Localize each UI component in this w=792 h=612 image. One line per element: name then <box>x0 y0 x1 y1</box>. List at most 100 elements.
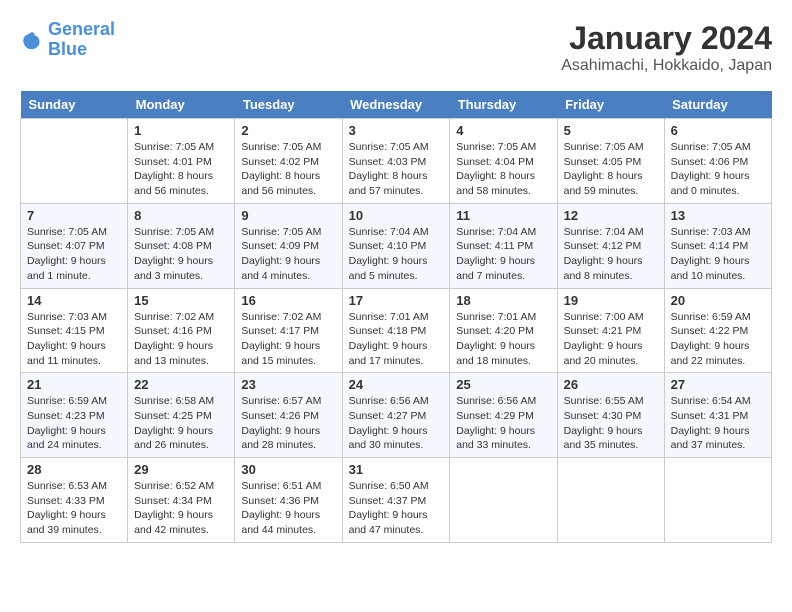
calendar-week-row: 28 Sunrise: 6:53 AMSunset: 4:33 PMDayligh… <box>21 458 772 543</box>
calendar-cell <box>557 458 664 543</box>
calendar-week-row: 14 Sunrise: 7:03 AMSunset: 4:15 PMDayligh… <box>21 288 772 373</box>
day-number: 1 <box>134 123 228 138</box>
calendar-cell: 23 Sunrise: 6:57 AMSunset: 4:26 PMDayligh… <box>235 373 342 458</box>
day-of-week-header: Monday <box>128 91 235 119</box>
day-number: 26 <box>564 377 658 392</box>
day-info: Sunrise: 7:03 AMSunset: 4:15 PMDaylight:… <box>27 310 121 369</box>
day-number: 9 <box>241 208 335 223</box>
calendar-cell: 26 Sunrise: 6:55 AMSunset: 4:30 PMDayligh… <box>557 373 664 458</box>
day-info: Sunrise: 7:01 AMSunset: 4:18 PMDaylight:… <box>349 310 444 369</box>
day-number: 11 <box>456 208 550 223</box>
day-number: 20 <box>671 293 765 308</box>
day-number: 25 <box>456 377 550 392</box>
day-info: Sunrise: 7:01 AMSunset: 4:20 PMDaylight:… <box>456 310 550 369</box>
calendar-week-row: 7 Sunrise: 7:05 AMSunset: 4:07 PMDaylight… <box>21 203 772 288</box>
day-number: 10 <box>349 208 444 223</box>
calendar-cell: 8 Sunrise: 7:05 AMSunset: 4:08 PMDaylight… <box>128 203 235 288</box>
calendar-cell: 1Sunrise: 7:05 AMSunset: 4:01 PMDaylight… <box>128 119 235 204</box>
calendar-cell: 17 Sunrise: 7:01 AMSunset: 4:18 PMDayligh… <box>342 288 450 373</box>
day-info: Sunrise: 7:05 AMSunset: 4:05 PMDaylight:… <box>564 140 658 199</box>
day-info: Sunrise: 6:55 AMSunset: 4:30 PMDaylight:… <box>564 394 658 453</box>
calendar-table: SundayMondayTuesdayWednesdayThursdayFrid… <box>20 91 772 543</box>
day-info: Sunrise: 7:02 AMSunset: 4:17 PMDaylight:… <box>241 310 335 369</box>
day-number: 8 <box>134 208 228 223</box>
day-number: 27 <box>671 377 765 392</box>
day-number: 14 <box>27 293 121 308</box>
calendar-cell: 5 Sunrise: 7:05 AMSunset: 4:05 PMDaylight… <box>557 119 664 204</box>
calendar-cell: 6 Sunrise: 7:05 AMSunset: 4:06 PMDaylight… <box>664 119 771 204</box>
calendar-cell: 2 Sunrise: 7:05 AMSunset: 4:02 PMDaylight… <box>235 119 342 204</box>
day-info: Sunrise: 6:53 AMSunset: 4:33 PMDaylight:… <box>27 479 121 538</box>
day-number: 30 <box>241 462 335 477</box>
day-number: 29 <box>134 462 228 477</box>
day-info: Sunrise: 6:56 AMSunset: 4:27 PMDaylight:… <box>349 394 444 453</box>
day-number: 5 <box>564 123 658 138</box>
logo-icon <box>20 28 44 52</box>
day-number: 28 <box>27 462 121 477</box>
day-number: 3 <box>349 123 444 138</box>
day-info: Sunrise: 7:03 AMSunset: 4:14 PMDaylight:… <box>671 225 765 284</box>
calendar-cell <box>450 458 557 543</box>
day-info: Sunrise: 7:05 AMSunset: 4:07 PMDaylight:… <box>27 225 121 284</box>
calendar-cell: 3Sunrise: 7:05 AMSunset: 4:03 PMDaylight… <box>342 119 450 204</box>
day-info: Sunrise: 7:05 AMSunset: 4:02 PMDaylight:… <box>241 140 335 199</box>
day-info: Sunrise: 6:50 AMSunset: 4:37 PMDaylight:… <box>349 479 444 538</box>
day-info: Sunrise: 6:57 AMSunset: 4:26 PMDaylight:… <box>241 394 335 453</box>
calendar-cell: 22 Sunrise: 6:58 AMSunset: 4:25 PMDayligh… <box>128 373 235 458</box>
calendar-cell: 29 Sunrise: 6:52 AMSunset: 4:34 PMDayligh… <box>128 458 235 543</box>
day-info: Sunrise: 6:51 AMSunset: 4:36 PMDaylight:… <box>241 479 335 538</box>
day-of-week-header: Tuesday <box>235 91 342 119</box>
day-of-week-header: Friday <box>557 91 664 119</box>
day-info: Sunrise: 7:05 AMSunset: 4:08 PMDaylight:… <box>134 225 228 284</box>
day-info: Sunrise: 6:52 AMSunset: 4:34 PMDaylight:… <box>134 479 228 538</box>
calendar-cell: 4 Sunrise: 7:05 AMSunset: 4:04 PMDaylight… <box>450 119 557 204</box>
day-info: Sunrise: 6:59 AMSunset: 4:22 PMDaylight:… <box>671 310 765 369</box>
day-number: 4 <box>456 123 550 138</box>
day-number: 6 <box>671 123 765 138</box>
location-title: Asahimachi, Hokkaido, Japan <box>561 57 772 75</box>
day-number: 22 <box>134 377 228 392</box>
day-info: Sunrise: 6:59 AMSunset: 4:23 PMDaylight:… <box>27 394 121 453</box>
calendar-cell: 24 Sunrise: 6:56 AMSunset: 4:27 PMDayligh… <box>342 373 450 458</box>
day-info: Sunrise: 7:04 AMSunset: 4:12 PMDaylight:… <box>564 225 658 284</box>
day-info: Sunrise: 6:56 AMSunset: 4:29 PMDaylight:… <box>456 394 550 453</box>
calendar-cell: 28 Sunrise: 6:53 AMSunset: 4:33 PMDayligh… <box>21 458 128 543</box>
calendar-cell: 10Sunrise: 7:04 AMSunset: 4:10 PMDayligh… <box>342 203 450 288</box>
calendar-cell: 13Sunrise: 7:03 AMSunset: 4:14 PMDayligh… <box>664 203 771 288</box>
calendar-cell <box>664 458 771 543</box>
day-number: 18 <box>456 293 550 308</box>
day-number: 12 <box>564 208 658 223</box>
day-number: 17 <box>349 293 444 308</box>
calendar-cell: 14 Sunrise: 7:03 AMSunset: 4:15 PMDayligh… <box>21 288 128 373</box>
calendar-cell: 30 Sunrise: 6:51 AMSunset: 4:36 PMDayligh… <box>235 458 342 543</box>
day-number: 2 <box>241 123 335 138</box>
calendar-cell: 11 Sunrise: 7:04 AMSunset: 4:11 PMDayligh… <box>450 203 557 288</box>
day-number: 15 <box>134 293 228 308</box>
day-info: Sunrise: 7:04 AMSunset: 4:11 PMDaylight:… <box>456 225 550 284</box>
calendar-cell: 20 Sunrise: 6:59 AMSunset: 4:22 PMDayligh… <box>664 288 771 373</box>
day-of-week-header: Thursday <box>450 91 557 119</box>
day-info: Sunrise: 7:05 AMSunset: 4:06 PMDaylight:… <box>671 140 765 199</box>
calendar-week-row: 21Sunrise: 6:59 AMSunset: 4:23 PMDayligh… <box>21 373 772 458</box>
calendar-cell: 27 Sunrise: 6:54 AMSunset: 4:31 PMDayligh… <box>664 373 771 458</box>
day-number: 23 <box>241 377 335 392</box>
day-info: Sunrise: 6:54 AMSunset: 4:31 PMDaylight:… <box>671 394 765 453</box>
day-info: Sunrise: 6:58 AMSunset: 4:25 PMDaylight:… <box>134 394 228 453</box>
logo: General Blue <box>20 20 115 60</box>
day-number: 16 <box>241 293 335 308</box>
day-number: 7 <box>27 208 121 223</box>
day-info: Sunrise: 7:05 AMSunset: 4:04 PMDaylight:… <box>456 140 550 199</box>
day-number: 24 <box>349 377 444 392</box>
calendar-cell <box>21 119 128 204</box>
calendar-cell: 15Sunrise: 7:02 AMSunset: 4:16 PMDayligh… <box>128 288 235 373</box>
day-of-week-header: Sunday <box>21 91 128 119</box>
calendar-cell: 18 Sunrise: 7:01 AMSunset: 4:20 PMDayligh… <box>450 288 557 373</box>
day-info: Sunrise: 7:05 AMSunset: 4:09 PMDaylight:… <box>241 225 335 284</box>
month-title: January 2024 <box>561 20 772 57</box>
day-number: 31 <box>349 462 444 477</box>
calendar-cell: 21Sunrise: 6:59 AMSunset: 4:23 PMDayligh… <box>21 373 128 458</box>
calendar-cell: 31 Sunrise: 6:50 AMSunset: 4:37 PMDayligh… <box>342 458 450 543</box>
calendar-cell: 25 Sunrise: 6:56 AMSunset: 4:29 PMDayligh… <box>450 373 557 458</box>
day-number: 19 <box>564 293 658 308</box>
calendar-cell: 16 Sunrise: 7:02 AMSunset: 4:17 PMDayligh… <box>235 288 342 373</box>
